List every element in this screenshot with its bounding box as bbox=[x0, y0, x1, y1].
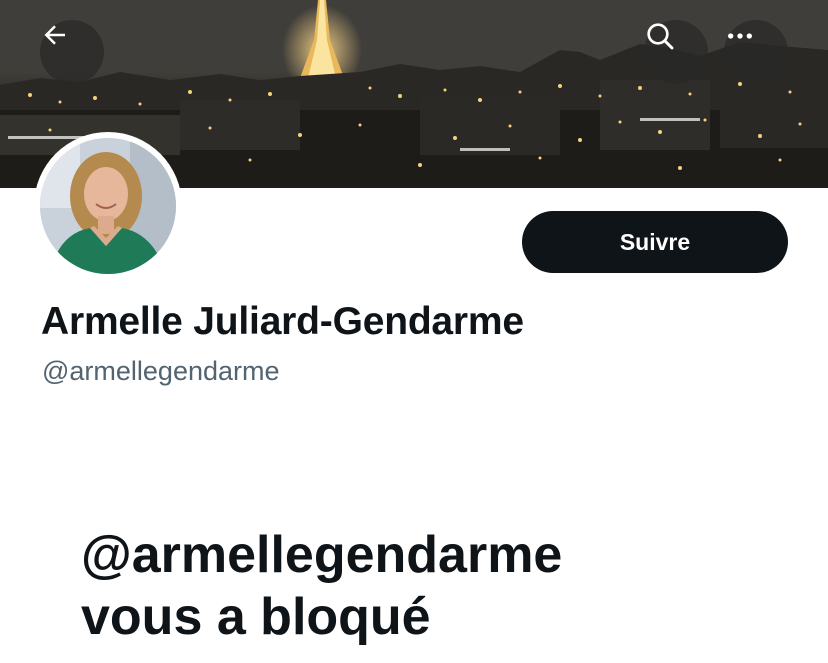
follow-button[interactable]: Suivre bbox=[522, 211, 788, 273]
more-options-button[interactable] bbox=[724, 20, 788, 84]
search-icon bbox=[647, 23, 674, 50]
avatar[interactable] bbox=[34, 132, 182, 280]
search-button[interactable] bbox=[644, 20, 708, 84]
profile-handle: @armellegendarme bbox=[42, 356, 280, 386]
more-horizontal-icon bbox=[728, 33, 752, 39]
avatar-image bbox=[40, 138, 176, 274]
blocked-notice: @armellegendarme vous a bloqué bbox=[81, 524, 781, 648]
profile-display-name: Armelle Juliard-Gendarme bbox=[41, 300, 524, 343]
blocked-notice-handle: @armellegendarme bbox=[81, 526, 563, 584]
back-button[interactable] bbox=[40, 20, 104, 84]
blocked-notice-message: vous a bloqué bbox=[81, 588, 431, 646]
arrow-left-icon bbox=[44, 25, 65, 45]
